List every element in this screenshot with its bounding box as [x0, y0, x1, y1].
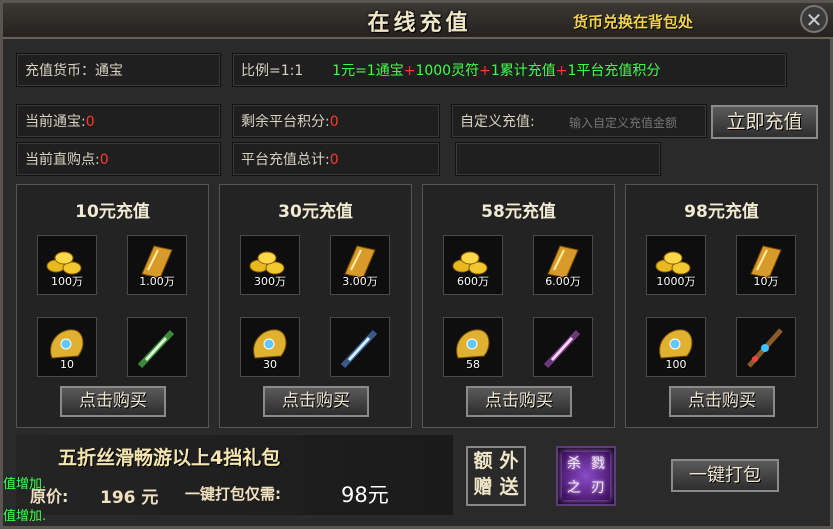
- currency-label: 充值货币：: [25, 63, 95, 79]
- item-qty: 300万: [254, 275, 286, 288]
- buy-button[interactable]: 点击购买: [466, 386, 572, 417]
- custom-recharge-field: 自定义充值:: [451, 104, 707, 138]
- currency-value: 通宝: [95, 63, 123, 79]
- plus-sign: +: [403, 63, 416, 79]
- special-char: 戮: [591, 456, 605, 472]
- gold-ingots-icon[interactable]: 100万: [37, 235, 97, 295]
- item-qty: 6.00万: [545, 275, 581, 288]
- gem-pouch-icon[interactable]: 58: [443, 317, 503, 377]
- purple-crystal-icon[interactable]: [533, 317, 593, 377]
- extra-char: 额: [473, 450, 493, 472]
- item-qty: 1000万: [656, 275, 696, 288]
- extra-gift-badge: 额外 赠送: [466, 446, 526, 506]
- pack-title: 10元充值: [75, 202, 150, 222]
- pack-30: 30元充值 300万 3.00万 30 点击购买: [219, 184, 412, 428]
- plus-sign: +: [479, 63, 491, 79]
- empty-field: [455, 142, 661, 176]
- blue-crystal-icon[interactable]: [330, 317, 390, 377]
- item-qty: 100: [665, 358, 687, 371]
- original-price-value: 196 元: [100, 488, 159, 508]
- remaining-points-field: 剩余平台积分:0: [232, 104, 440, 138]
- special-char: 之: [567, 480, 581, 496]
- gold-ingots-icon[interactable]: 1000万: [646, 235, 706, 295]
- custom-amount-input[interactable]: [567, 112, 701, 134]
- item-qty: 600万: [457, 275, 489, 288]
- total-recharge-field: 平台充值总计:0: [232, 142, 440, 176]
- current-tongbao-value: 0: [85, 114, 95, 130]
- bundle-all-button[interactable]: 一键打包: [671, 459, 779, 492]
- extra-char: 外: [499, 450, 519, 472]
- pack-58: 58元充值 600万 6.00万 58 点击购买: [422, 184, 615, 428]
- recharge-now-button[interactable]: 立即充值: [711, 105, 818, 139]
- direct-points-value: 0: [99, 152, 109, 168]
- ratio-field: 比例=1:1 1元=1通宝+1000灵符+1累计充值+1平台充值积分: [232, 53, 787, 87]
- special-item-icon[interactable]: 杀 戮 之 刃: [556, 446, 616, 506]
- gold-ingots-icon[interactable]: 600万: [443, 235, 503, 295]
- gem-pouch-icon[interactable]: 10: [37, 317, 97, 377]
- close-icon[interactable]: ✕: [800, 5, 828, 33]
- item-qty: 58: [466, 358, 480, 371]
- special-char: 杀: [567, 456, 581, 472]
- gem-pouch-icon[interactable]: 100: [646, 317, 706, 377]
- pack-title: 30元充值: [278, 202, 353, 222]
- direct-points-label: 当前直购点:: [25, 152, 100, 168]
- extra-char: 赠: [473, 476, 493, 498]
- item-qty: 1.00万: [139, 275, 175, 288]
- pack-98: 98元充值 1000万 10万 100 点击购买: [625, 184, 818, 428]
- ratio-part-tongbao: 1元=1通宝: [332, 63, 404, 79]
- ratio-part-platform-points: 1平台充值积分: [567, 63, 661, 79]
- gold-ingots-icon[interactable]: 300万: [240, 235, 300, 295]
- plus-sign: +: [555, 63, 568, 79]
- ratio-part-cumulative: 1累计充值: [490, 63, 556, 79]
- current-tongbao-field: 当前通宝:0: [16, 104, 221, 138]
- gem-pouch-icon[interactable]: 30: [240, 317, 300, 377]
- item-qty: 100万: [51, 275, 83, 288]
- bundle-price-label: 一键打包仅需:: [185, 485, 281, 503]
- special-item-glow: 杀 戮 之 刃: [562, 452, 610, 500]
- bundle-title: 五折丝滑畅游以上4挡礼包: [58, 447, 281, 469]
- pack-title: 58元充值: [481, 202, 556, 222]
- side-chat-line: 值增加.: [3, 509, 47, 524]
- window-title: 在线充值: [367, 10, 472, 36]
- special-char: 刃: [591, 480, 605, 496]
- golden-scroll-icon[interactable]: 10万: [736, 235, 796, 295]
- extra-char: 送: [499, 476, 519, 498]
- item-qty: 10万: [753, 275, 779, 288]
- golden-scroll-icon[interactable]: 1.00万: [127, 235, 187, 295]
- golden-scroll-icon[interactable]: 6.00万: [533, 235, 593, 295]
- side-chat-line: 值增加.: [3, 477, 47, 492]
- direct-points-field: 当前直购点:0: [16, 142, 221, 176]
- item-qty: 30: [263, 358, 277, 371]
- green-crystal-icon[interactable]: [127, 317, 187, 377]
- total-recharge-value: 0: [329, 152, 339, 168]
- total-recharge-label: 平台充值总计:: [241, 152, 330, 168]
- pack-title: 98元充值: [684, 202, 759, 222]
- remaining-points-label: 剩余平台积分:: [241, 114, 330, 130]
- remaining-points-value: 0: [329, 114, 339, 130]
- currency-exchange-hint: 货币兑换在背包处: [573, 13, 694, 31]
- buy-button[interactable]: 点击购买: [263, 386, 369, 417]
- currency-field: 充值货币：通宝: [16, 53, 221, 87]
- ratio-part-lingfu: 1000灵符: [415, 63, 480, 79]
- buy-button[interactable]: 点击购买: [669, 386, 775, 417]
- recharge-window: 在线充值 货币兑换在背包处 ✕ 充值货币：通宝 比例=1:1 1元=1通宝+10…: [0, 0, 833, 529]
- current-tongbao-label: 当前通宝:: [25, 114, 86, 130]
- pack-10: 10元充值 100万 1.00万 10 点击购买: [16, 184, 209, 428]
- buy-button[interactable]: 点击购买: [60, 386, 166, 417]
- golden-scroll-icon[interactable]: 3.00万: [330, 235, 390, 295]
- item-qty: 10: [60, 358, 74, 371]
- staff-icon[interactable]: [736, 317, 796, 377]
- ratio-label: 比例=1:1: [241, 63, 304, 79]
- custom-recharge-label: 自定义充值:: [460, 114, 535, 130]
- bundle-price-value: 98元: [341, 483, 389, 507]
- item-qty: 3.00万: [342, 275, 378, 288]
